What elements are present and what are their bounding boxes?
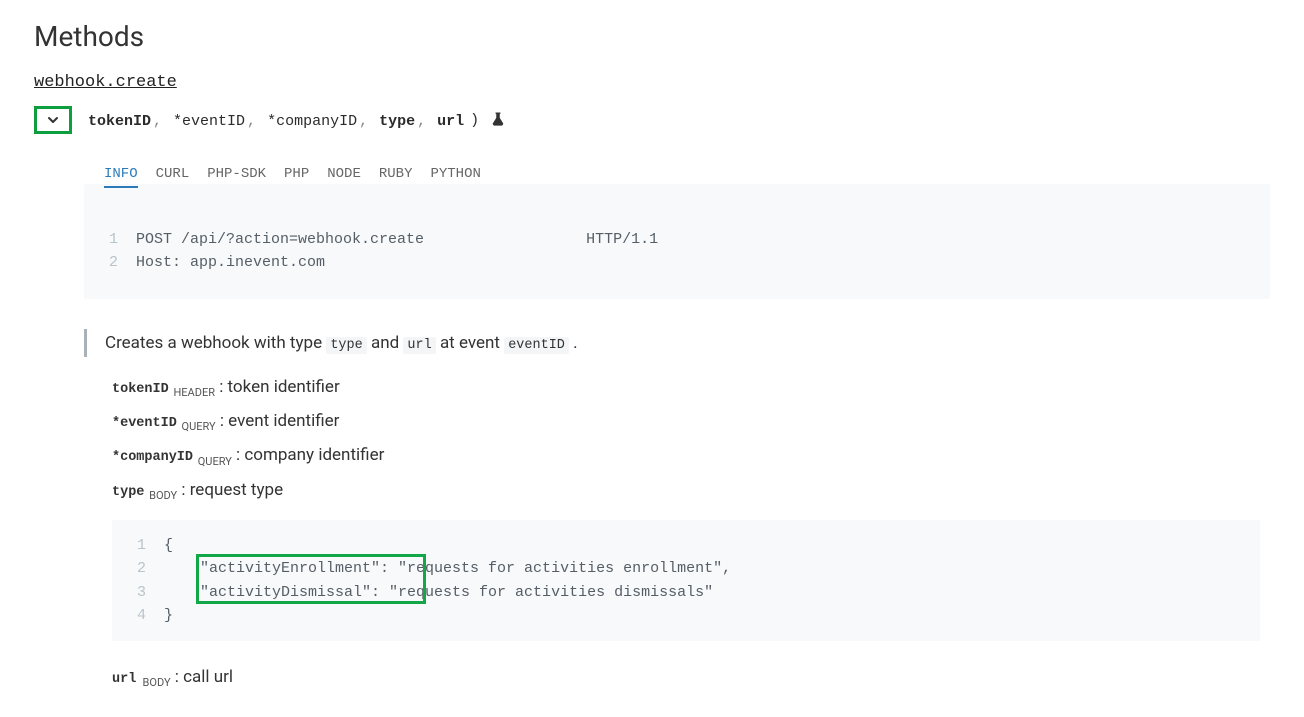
signature-param: type [379, 113, 415, 130]
param-name: *companyID [112, 450, 193, 465]
signature-separator: , [153, 113, 171, 130]
param-name: tokenID [112, 382, 169, 397]
flask-icon [491, 111, 505, 130]
param-row: *eventID QUERY : event identifier [112, 411, 1270, 433]
param-name: url [112, 672, 136, 687]
desc-text: Creates a webhook with type [105, 333, 326, 353]
param-desc: : event identifier [216, 411, 340, 431]
code-line: 2 "activityEnrollment": "requests for ac… [130, 557, 1242, 580]
toggle-expand-button[interactable] [34, 106, 72, 134]
methods-heading: Methods [34, 20, 1270, 53]
param-location: BODY [143, 676, 171, 689]
code-line: 3 "activityDismissal": "requests for act… [130, 581, 1242, 604]
signature-param: *eventID [173, 113, 245, 130]
param-row: *companyID QUERY : company identifier [112, 445, 1270, 467]
method-description: Creates a webhook with type type and url… [84, 329, 1270, 357]
param-row: type BODY : request type [112, 480, 1270, 502]
param-desc: : company identifier [232, 445, 385, 465]
desc-text: and [371, 333, 403, 353]
signature-separator: , [359, 113, 377, 130]
signature-param: tokenID [88, 113, 151, 130]
tab-ruby[interactable]: RUBY [379, 166, 413, 188]
inline-code-eventid: eventID [504, 337, 569, 354]
signature-param: url [437, 113, 464, 130]
inline-code-type: type [326, 337, 366, 354]
method-link-webhook-create[interactable]: webhook.create [34, 73, 177, 92]
json-example-block: 1{2 "activityEnrollment": "requests for … [112, 520, 1260, 641]
param-desc: : token identifier [215, 377, 340, 397]
tab-curl[interactable]: CURL [156, 166, 190, 188]
inline-code-url: url [403, 337, 435, 354]
param-location: QUERY [179, 420, 216, 433]
param-desc: : call url [175, 667, 233, 687]
code-line: 1{ [130, 534, 1242, 557]
signature-closing: ) [470, 112, 479, 129]
code-line: 2Host: app.inevent.com [102, 251, 1252, 274]
tab-python[interactable]: PYTHON [430, 166, 480, 188]
chevron-down-icon [45, 112, 61, 128]
param-name: type [112, 485, 144, 500]
param-row: tokenID HEADER : token identifier [112, 377, 1270, 399]
desc-text: . [573, 333, 577, 353]
param-location: QUERY [195, 455, 232, 468]
tab-node[interactable]: NODE [327, 166, 361, 188]
param-row: url BODY : call url [112, 667, 1270, 689]
http-code-block: 1POST /api/?action=webhook.create HTTP/1… [84, 184, 1270, 299]
method-signature: tokenID, *eventID, *companyID, type, url… [34, 106, 1270, 134]
param-name: *eventID [112, 416, 177, 431]
tab-php-sdk[interactable]: PHP-SDK [207, 166, 266, 188]
param-location: HEADER [171, 386, 215, 399]
tab-php[interactable]: PHP [284, 166, 309, 188]
signature-param: *companyID [267, 113, 357, 130]
signature-separator: , [247, 113, 265, 130]
code-line: 4} [130, 604, 1242, 627]
signature-separator: , [417, 113, 435, 130]
code-line: 1POST /api/?action=webhook.create HTTP/1… [102, 228, 1252, 251]
tab-info[interactable]: INFO [104, 166, 138, 188]
desc-text: at event [440, 333, 504, 353]
param-location: BODY [146, 489, 177, 502]
param-desc: : request type [177, 480, 283, 500]
